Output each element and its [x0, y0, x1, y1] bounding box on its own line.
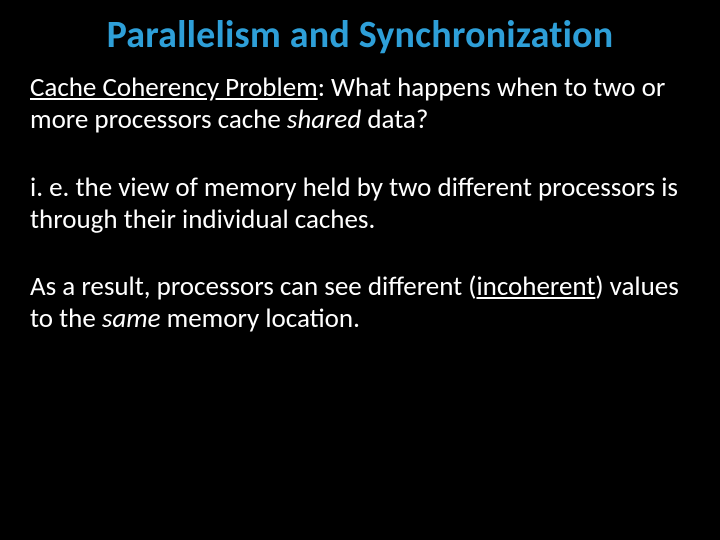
- paragraph-2: i. e. the view of memory held by two dif…: [30, 172, 690, 236]
- term-cache-coherency: Cache Coherency Problem: [30, 71, 318, 104]
- paragraph-3: As a result, processors can see differen…: [30, 271, 690, 335]
- text: As a result, processors can see differen…: [30, 270, 476, 303]
- slide-body: Cache Coherency Problem: What happens wh…: [30, 72, 690, 335]
- text: data?: [361, 103, 428, 136]
- text: memory location.: [161, 302, 360, 335]
- slide-title: Parallelism and Synchronization: [30, 0, 690, 72]
- emph-shared: shared: [287, 103, 361, 136]
- paragraph-1: Cache Coherency Problem: What happens wh…: [30, 72, 690, 136]
- term-incoherent: incoherent: [476, 270, 595, 303]
- emph-same: same: [102, 302, 161, 335]
- slide: Parallelism and Synchronization Cache Co…: [0, 0, 720, 540]
